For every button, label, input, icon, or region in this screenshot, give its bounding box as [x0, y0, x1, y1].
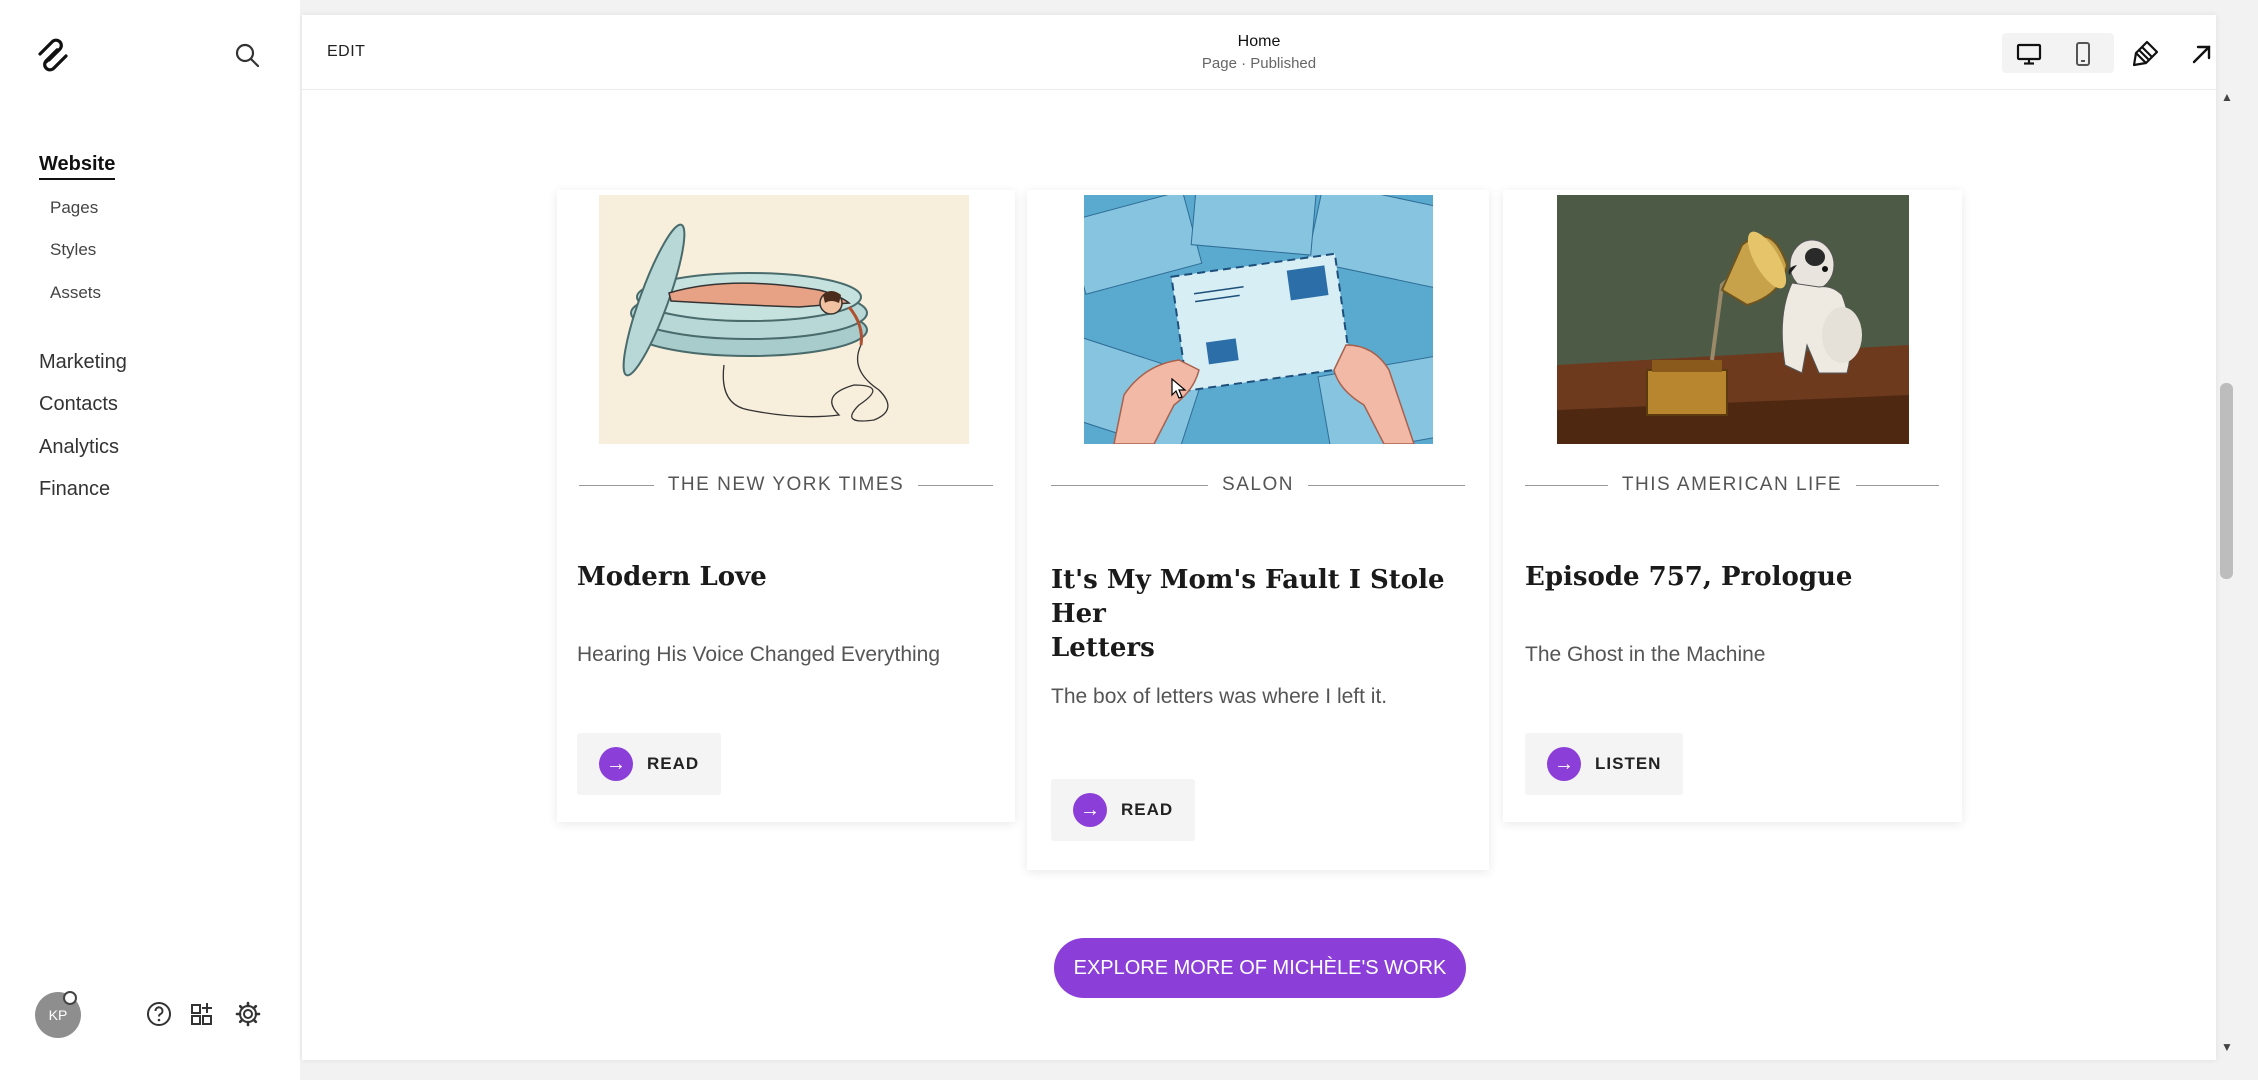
arrow-right-icon: →	[1073, 793, 1107, 827]
divider-line-left	[1525, 484, 1608, 486]
card-source-label: SALON	[1222, 474, 1294, 495]
card-title: It's My Mom's Fault I Stole Her Letters	[1051, 563, 1471, 665]
card-salon: SALON It's My Mom's Fault I Stole Her Le…	[1027, 190, 1489, 870]
avatar-badge	[63, 991, 77, 1005]
design-brush-icon[interactable]	[2132, 39, 2160, 67]
read-button[interactable]: → READ	[577, 733, 722, 795]
card-image-dog-phonograph	[1557, 195, 1909, 444]
card-this-american-life: THIS AMERICAN LIFE Episode 757, Prologue…	[1503, 190, 1962, 822]
scroll-down-arrow[interactable]: ▼	[2221, 1040, 2233, 1054]
card-image-modern-love	[599, 195, 969, 444]
sidebar: Website Pages Styles Assets Marketing Co…	[0, 0, 300, 1080]
page-title: Home	[1237, 33, 1281, 50]
card-title: Episode 757, Prologue	[1525, 562, 1853, 592]
sidebar-item-pages[interactable]: Pages	[50, 198, 98, 218]
card-description: Hearing His Voice Changed Everything	[577, 643, 941, 666]
card-source-divider: SALON	[1051, 473, 1466, 497]
illustration-dog-phonograph-icon	[1557, 195, 1909, 444]
help-icon[interactable]	[145, 1000, 173, 1028]
explore-more-button[interactable]: EXPLORE MORE OF MICHÈLE'S WORK	[1054, 938, 1466, 998]
external-arrow-icon[interactable]	[2188, 40, 2216, 68]
divider-line-right	[1856, 484, 1940, 486]
sidebar-item-contacts[interactable]: Contacts	[39, 393, 118, 416]
card-title-line-2: Letters	[1051, 633, 1155, 663]
divider-line-left	[1051, 484, 1209, 486]
apps-icon[interactable]	[189, 1000, 217, 1028]
card-source-divider: THE NEW YORK TIMES	[579, 473, 994, 497]
divider-line-right	[1307, 484, 1466, 486]
divider-line-right	[918, 484, 994, 486]
read-button-label: READ	[1121, 800, 1174, 819]
sidebar-item-finance[interactable]: Finance	[39, 478, 110, 501]
editor-topbar: EDIT Home Page · Published	[302, 15, 2216, 90]
sidebar-item-website[interactable]: Website	[39, 153, 116, 180]
sidebar-item-styles[interactable]: Styles	[50, 240, 96, 260]
sidebar-item-analytics[interactable]: Analytics	[39, 436, 119, 459]
read-button[interactable]: → READ	[1051, 779, 1196, 841]
sidebar-item-marketing[interactable]: Marketing	[39, 351, 127, 374]
sidebar-item-assets[interactable]: Assets	[50, 283, 101, 303]
mobile-icon[interactable]	[2069, 40, 2097, 68]
card-description: The Ghost in the Machine	[1525, 643, 1766, 666]
card-new-york-times: THE NEW YORK TIMES Modern Love Hearing H…	[557, 190, 1015, 822]
listen-button-label: LISTEN	[1595, 754, 1662, 773]
arrow-right-icon: →	[599, 747, 633, 781]
arrow-right-icon: →	[1547, 747, 1581, 781]
listen-button[interactable]: → LISTEN	[1525, 733, 1684, 795]
card-source-label: THIS AMERICAN LIFE	[1621, 474, 1843, 495]
card-source-label: THE NEW YORK TIMES	[667, 474, 905, 495]
illustration-letters-icon	[1084, 195, 1433, 444]
gear-icon[interactable]	[234, 1000, 262, 1028]
page-status: Page · Published	[1201, 55, 1317, 72]
card-title-line-1: It's My Mom's Fault I Stole Her	[1051, 565, 1445, 629]
squarespace-logo-icon[interactable]	[36, 38, 70, 72]
desktop-icon[interactable]	[2015, 40, 2043, 68]
card-source-divider: THIS AMERICAN LIFE	[1525, 473, 1940, 497]
avatar-initials: KP	[48, 1007, 68, 1023]
scrollbar-thumb[interactable]	[2220, 383, 2233, 579]
card-title: Modern Love	[577, 562, 767, 592]
card-description: The box of letters was where I left it.	[1051, 685, 1388, 708]
scroll-up-arrow[interactable]: ▲	[2221, 90, 2233, 104]
illustration-woman-in-box-icon	[599, 195, 969, 444]
search-icon[interactable]	[232, 40, 262, 70]
divider-line-left	[579, 484, 654, 486]
page-top-section	[302, 90, 2216, 150]
mouse-cursor-icon	[1171, 378, 1187, 399]
card-image-letters	[1084, 195, 1433, 444]
read-button-label: READ	[647, 754, 700, 773]
